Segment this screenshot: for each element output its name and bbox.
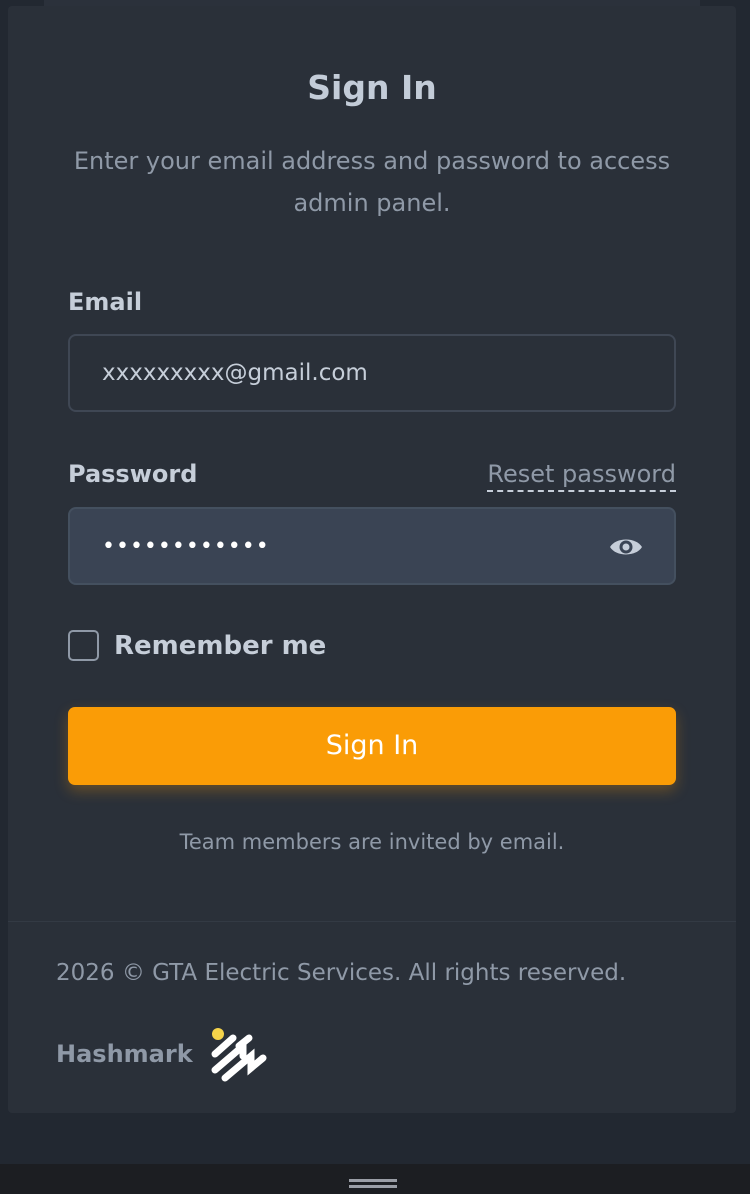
- brand[interactable]: Hashmark: [56, 1026, 269, 1082]
- email-field[interactable]: xxxxxxxxx@gmail.com: [68, 334, 676, 412]
- remember-checkbox[interactable]: [68, 630, 99, 661]
- password-label: Password: [68, 460, 198, 488]
- reset-password-link[interactable]: Reset password: [487, 460, 676, 492]
- divider: [8, 921, 736, 922]
- page-title: Sign In: [307, 68, 437, 107]
- email-label: Email: [68, 288, 143, 316]
- password-field[interactable]: ••••••••••••: [68, 507, 676, 585]
- page-subtitle: Enter your email address and password to…: [73, 147, 671, 217]
- drag-handle-icon[interactable]: [349, 1179, 397, 1188]
- invite-note: Team members are invited by email.: [179, 830, 565, 854]
- remember-me[interactable]: Remember me: [68, 630, 326, 661]
- hashmark-logo-icon: [211, 1028, 267, 1082]
- remember-label: Remember me: [114, 630, 327, 661]
- email-value: xxxxxxxxx@gmail.com: [102, 360, 368, 386]
- eye-icon[interactable]: [608, 531, 644, 563]
- sign-in-button[interactable]: Sign In: [68, 707, 676, 785]
- brand-name: Hashmark: [56, 1040, 193, 1068]
- password-value: ••••••••••••: [102, 533, 270, 559]
- signin-card: Sign In Enter your email address and pas…: [8, 6, 736, 1113]
- copyright-text: 2026 © GTA Electric Services. All rights…: [56, 960, 627, 986]
